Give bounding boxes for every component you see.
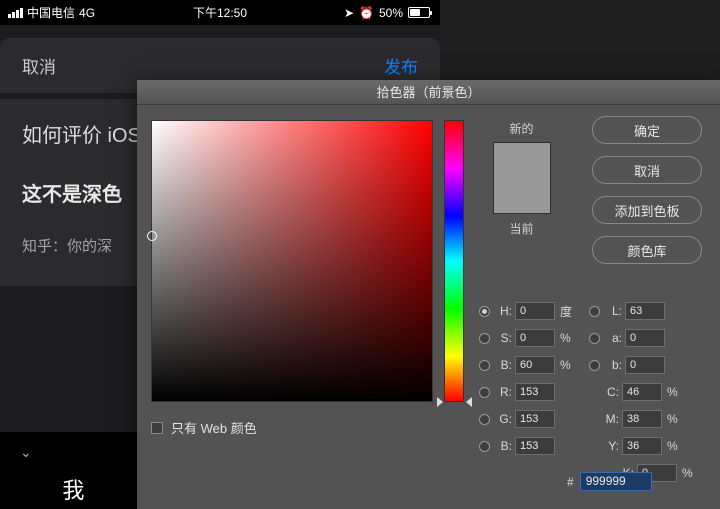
statusbar: 中国电信 4G 下午12:50 ➤ ⏰ 50% [0,0,440,25]
label-b-rgb: B: [494,439,512,453]
web-only-label: 只有 Web 颜色 [171,418,257,437]
label-g: G: [494,412,512,426]
sv-cursor-icon[interactable] [147,231,157,241]
unit-b: % [560,358,574,372]
color-library-button[interactable]: 颜色库 [592,236,702,264]
hex-hash-label: # [567,475,574,489]
candidate-key[interactable]: 我 [0,472,147,509]
radio-h[interactable] [479,306,490,317]
radio-a[interactable] [589,333,600,344]
input-l[interactable]: 63 [625,302,665,320]
input-b-hsb[interactable]: 60 [515,356,555,374]
input-s[interactable]: 0 [515,329,555,347]
cancel-button[interactable]: 取消 [22,53,56,78]
battery-icon [408,7,430,18]
hue-arrow-left-icon [437,397,443,407]
input-m[interactable]: 38 [622,410,662,428]
unit-k: % [682,466,696,480]
unit-c: % [667,385,681,399]
label-y: Y: [589,439,619,453]
battery-pct: 50% [379,6,403,20]
dialog-title: 拾色器（前景色） [137,80,720,105]
swatch-area: 新的 当前 [484,120,559,237]
swatch-new-label: 新的 [484,120,559,137]
input-r[interactable]: 153 [515,383,555,401]
input-c[interactable]: 46 [622,383,662,401]
cancel-button[interactable]: 取消 [592,156,702,184]
unit-s: % [560,331,574,345]
input-a[interactable]: 0 [625,329,665,347]
hue-arrow-right-icon [466,397,472,407]
publish-button[interactable]: 发布 [384,53,418,78]
radio-r[interactable] [479,387,490,398]
radio-s[interactable] [479,333,490,344]
label-b-hsb: B: [494,358,512,372]
radio-l[interactable] [589,306,600,317]
hex-row: # 999999 [567,472,652,491]
label-c: C: [589,385,619,399]
location-icon: ➤ [344,6,354,20]
add-swatch-button[interactable]: 添加到色板 [592,196,702,224]
hex-input[interactable]: 999999 [580,472,652,491]
unit-h: 度 [560,303,574,320]
input-y[interactable]: 36 [622,437,662,455]
label-m: M: [589,412,619,426]
input-b-lab[interactable]: 0 [625,356,665,374]
radio-b[interactable] [479,360,490,371]
radio-b-rgb[interactable] [479,441,490,452]
button-column: 确定 取消 添加到色板 颜色库 [592,116,702,264]
label-a: a: [604,331,622,345]
radio-g[interactable] [479,414,490,425]
label-r: R: [494,385,512,399]
label-b-lab: b: [604,358,622,372]
radio-b-lab[interactable] [589,360,600,371]
ok-button[interactable]: 确定 [592,116,702,144]
label-h: H: [494,304,512,318]
swatch-current-label: 当前 [484,220,559,237]
color-picker-dialog: 拾色器（前景色） 只有 Web 颜色 新的 当前 确定 取消 添加到色板 颜色库… [137,80,720,509]
input-g[interactable]: 153 [515,410,555,428]
saturation-value-field[interactable] [151,120,433,402]
label-l: L: [604,304,622,318]
label-s: S: [494,331,512,345]
chevron-down-icon[interactable]: ⌄ [20,444,32,461]
unit-m: % [667,412,681,426]
value-fields: H: 0度 L: 63 S: 0% a: 0 B: 60% b: 0 R: 15… [479,302,704,491]
web-only-checkbox[interactable] [151,422,163,434]
alarm-icon: ⏰ [359,6,374,20]
hue-slider[interactable] [444,120,464,402]
input-h[interactable]: 0 [515,302,555,320]
unit-y: % [667,439,681,453]
input-b-rgb[interactable]: 153 [515,437,555,455]
web-only-row: 只有 Web 颜色 [151,418,257,437]
color-swatch[interactable] [493,142,551,214]
